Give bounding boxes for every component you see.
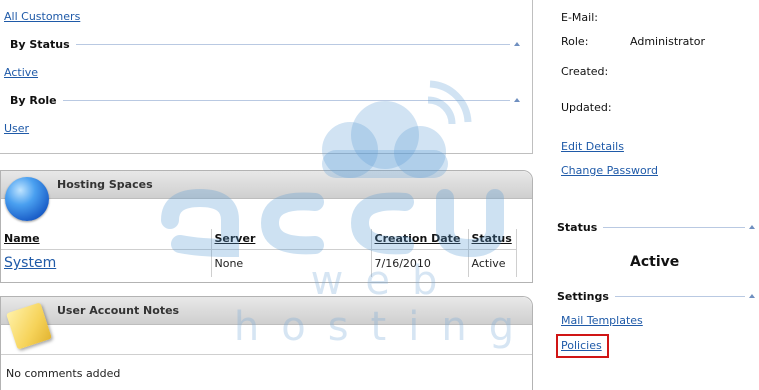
column-header-status[interactable]: Status [468,229,517,250]
divider [62,99,510,101]
all-customers-link[interactable]: All Customers [4,10,80,23]
created-label: Created: [561,65,609,78]
space-creation-date-cell: 7/16/2010 [371,249,469,277]
divider [614,295,745,297]
collapse-arrow-icon[interactable] [514,98,520,102]
by-status-header[interactable]: By Status [10,36,520,52]
space-status-cell: Active [468,249,517,277]
collapse-arrow-icon[interactable] [514,42,520,46]
email-label: E-Mail: [561,11,598,24]
updated-label: Updated: [561,101,612,114]
by-status-title: By Status [10,37,70,51]
hosting-spaces-header: Hosting Spaces [1,171,532,199]
user-account-notes-box: User Account Notes No comments added [0,296,533,390]
user-filter-link[interactable]: User [4,122,29,135]
collapse-arrow-icon[interactable] [749,225,755,229]
mail-templates-link[interactable]: Mail Templates [561,314,643,327]
customer-filter-panel: All Customers By Status Active By Role U… [0,0,533,154]
space-name-link[interactable]: System [4,255,56,271]
account-status-value: Active [630,254,680,270]
space-name-cell: System [1,249,212,277]
divider [75,43,510,45]
account-details-panel: E-Mail: Role: Administrator Created: Upd… [556,0,759,390]
divider [1,354,532,355]
notes-title: User Account Notes [57,304,180,317]
settings-section-title: Settings [557,289,609,303]
role-value: Administrator [630,35,705,48]
status-section-header[interactable]: Status [557,219,755,235]
column-header-name[interactable]: Name [1,229,212,250]
hosting-spaces-box: Hosting Spaces Name Server Creation Date… [0,170,533,283]
policies-link[interactable]: Policies [561,339,602,352]
table-row: System None 7/16/2010 Active [1,249,517,277]
by-role-header[interactable]: By Role [10,92,520,108]
settings-section-header[interactable]: Settings [557,288,755,304]
table-header-row: Name Server Creation Date Status [1,229,517,250]
no-comments-text: No comments added [6,367,121,380]
divider [603,226,745,228]
collapse-arrow-icon[interactable] [749,294,755,298]
role-label: Role: [561,35,589,48]
by-role-title: By Role [10,93,57,107]
hosting-spaces-title: Hosting Spaces [57,178,153,191]
notes-header: User Account Notes [1,297,532,325]
hosting-spaces-table: Name Server Creation Date Status System … [1,229,517,277]
globe-icon [5,177,49,221]
space-server-cell: None [211,249,372,277]
active-filter-link[interactable]: Active [4,66,38,79]
column-header-server[interactable]: Server [211,229,372,250]
column-header-creation-date[interactable]: Creation Date [371,229,469,250]
change-password-link[interactable]: Change Password [561,164,658,177]
edit-details-link[interactable]: Edit Details [561,140,624,153]
status-section-title: Status [557,220,598,234]
